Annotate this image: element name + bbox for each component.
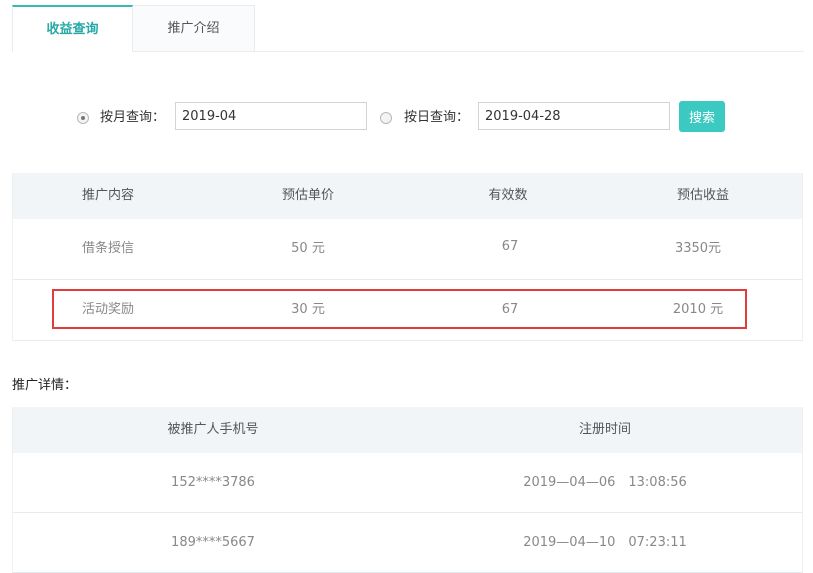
row-content: 活动奖励 xyxy=(81,302,134,317)
header-unit-price: 预估单价 xyxy=(281,188,334,203)
details-table: 被推广人手机号 注册时间 152****3786 2019—04—06 13:0… xyxy=(12,407,803,573)
row-count: 67 xyxy=(501,239,519,254)
table-row: 借条授信 50 元 67 3350元 xyxy=(13,219,802,280)
by-month-radio[interactable] xyxy=(77,112,89,124)
row-content: 借条授信 xyxy=(81,241,134,256)
row-income: 2010 元 xyxy=(672,302,724,317)
tab-promotion-intro[interactable]: 推广介绍 xyxy=(133,5,255,51)
by-month-label: 按月查询： xyxy=(100,110,166,125)
table-header: 推广内容 预估单价 有效数 预估收益 xyxy=(13,173,802,219)
row-count: 67 xyxy=(501,302,519,317)
row-income: 3350元 xyxy=(674,241,722,256)
details-section-title: 推广详情： xyxy=(12,378,78,393)
by-day-label: 按日查询： xyxy=(404,110,470,125)
header-phone: 被推广人手机号 xyxy=(167,422,259,437)
header-content: 推广内容 xyxy=(81,188,134,203)
radio-selected-dot xyxy=(81,116,85,120)
row-phone: 189****5667 xyxy=(171,535,255,550)
row-register-time: 2019—04—06 13:08:56 xyxy=(523,475,687,490)
month-input[interactable] xyxy=(175,102,367,130)
day-input[interactable] xyxy=(478,102,670,130)
row-unit-price: 30 元 xyxy=(291,302,325,317)
by-day-radio[interactable] xyxy=(380,112,392,124)
header-register-time: 注册时间 xyxy=(578,422,631,437)
table-row: 活动奖励 30 元 67 2010 元 xyxy=(13,280,802,341)
table-row: 152****3786 2019—04—06 13:08:56 xyxy=(13,453,802,513)
table-header: 被推广人手机号 注册时间 xyxy=(13,407,802,453)
tab-bar: 收益查询 推广介绍 xyxy=(12,5,804,52)
search-button[interactable]: 搜索 xyxy=(679,101,725,132)
tab-earnings-query[interactable]: 收益查询 xyxy=(12,5,133,52)
row-phone: 152****3786 xyxy=(171,475,255,490)
earnings-table: 推广内容 预估单价 有效数 预估收益 借条授信 50 元 67 3350元 活动… xyxy=(12,173,803,341)
header-count: 有效数 xyxy=(488,188,528,203)
row-register-time: 2019—04—10 07:23:11 xyxy=(523,535,687,550)
header-income: 预估收益 xyxy=(676,188,729,203)
row-unit-price: 50 元 xyxy=(291,241,325,256)
table-row: 189****5667 2019—04—10 07:23:11 xyxy=(13,513,802,573)
